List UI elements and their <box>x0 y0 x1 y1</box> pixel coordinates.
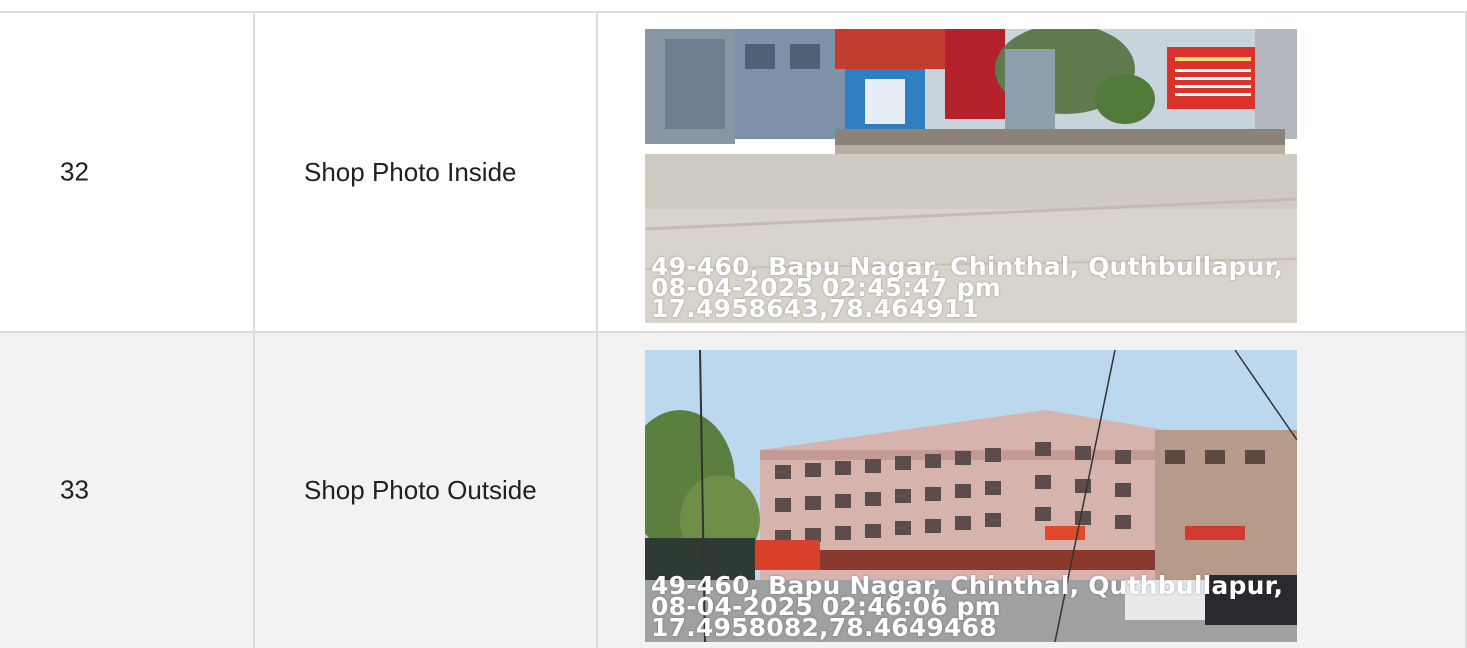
photo-table: 32 Shop Photo Inside 49-460, Bapu Nagar,… <box>0 0 1467 648</box>
table-row: 32 Shop Photo Inside 49-460, Bapu Nagar,… <box>0 12 1467 332</box>
row-number-cell: 33 <box>0 332 254 648</box>
row-label: Shop Photo Inside <box>304 157 517 187</box>
photo-geotag-stamp: 49-460, Bapu Nagar, Chinthal, Quthbullap… <box>651 573 1283 642</box>
column-divider <box>253 12 255 648</box>
row-number: 33 <box>60 474 89 505</box>
row-number: 32 <box>60 156 89 187</box>
shop-outside-photo[interactable]: 49-460, Bapu Nagar, Chinthal, Quthbullap… <box>645 350 1297 642</box>
row-photo-cell: 49-460, Bapu Nagar, Chinthal, Quthbullap… <box>597 12 1467 332</box>
row-photo-cell: 49-460, Bapu Nagar, Chinthal, Quthbullap… <box>597 332 1467 648</box>
row-divider <box>0 331 1467 333</box>
column-divider <box>596 12 598 648</box>
table-top-border <box>0 11 1467 13</box>
geotag-coords: 17.4958643,78.464911 <box>651 294 980 323</box>
geotag-coords: 17.4958082,78.4649468 <box>651 613 997 642</box>
shop-inside-photo[interactable]: 49-460, Bapu Nagar, Chinthal, Quthbullap… <box>645 29 1297 323</box>
row-number-cell: 32 <box>0 12 254 332</box>
row-label-cell: Shop Photo Outside <box>254 332 597 648</box>
row-label-cell: Shop Photo Inside <box>254 12 597 332</box>
table-row: 33 Shop Photo Outside 49-460, Bapu Nagar… <box>0 332 1467 648</box>
photo-geotag-stamp: 49-460, Bapu Nagar, Chinthal, Quthbullap… <box>651 254 1283 323</box>
row-label: Shop Photo Outside <box>304 475 537 505</box>
